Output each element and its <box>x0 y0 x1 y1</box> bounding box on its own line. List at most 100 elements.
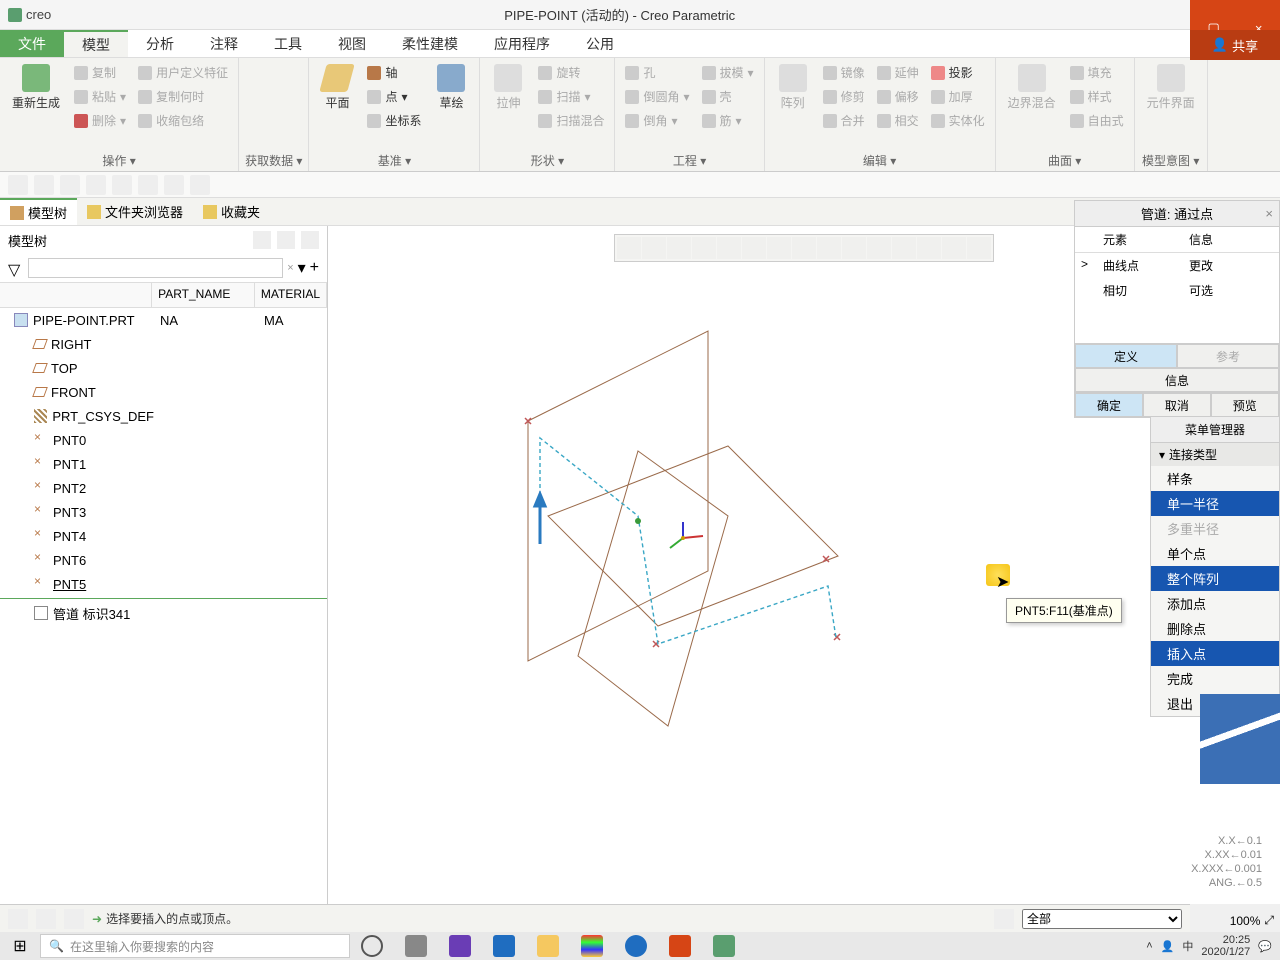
tab-file[interactable]: 文件 <box>0 30 64 57</box>
qat-windows-icon[interactable] <box>164 175 184 195</box>
task-creo[interactable] <box>702 932 746 960</box>
sb-browser-icon[interactable] <box>36 909 56 929</box>
tray-up-icon[interactable]: ˄ <box>1146 940 1152 952</box>
ppt-share-button[interactable]: 👤 共享 <box>1190 30 1280 60</box>
sb-tree-icon[interactable] <box>8 909 28 929</box>
menu-item[interactable]: 插入点 <box>1151 641 1279 666</box>
start-button[interactable]: ⊞ <box>0 932 40 960</box>
nav-tab-modeltree[interactable]: 模型树 <box>0 198 77 225</box>
tree-list[interactable]: PIPE-POINT.PRTNAMARIGHTTOPFRONTPRT_CSYS_… <box>0 308 327 904</box>
plane-button[interactable]: 平面 <box>315 62 359 113</box>
delete-button[interactable]: 删除 ▾ <box>70 110 130 131</box>
ok-button[interactable]: 确定 <box>1075 393 1143 417</box>
filter-clear-icon[interactable]: × <box>287 262 293 274</box>
tree-settings-icon[interactable] <box>253 231 271 249</box>
menu-subheader[interactable]: ▾连接类型 <box>1151 443 1279 466</box>
extend-button[interactable]: 延伸 <box>873 62 923 83</box>
qat-undo-icon[interactable] <box>86 175 106 195</box>
tree-row[interactable]: PNT2 <box>0 476 327 500</box>
tree-show-icon[interactable] <box>277 231 295 249</box>
info-button[interactable]: 信息 <box>1075 368 1279 392</box>
tree-display-icon[interactable] <box>301 231 319 249</box>
rib-button[interactable]: 筋 ▾ <box>698 110 758 131</box>
menu-item[interactable]: 完成 <box>1151 666 1279 691</box>
menu-item[interactable]: 样条 <box>1151 466 1279 491</box>
define-button[interactable]: 定义 <box>1075 344 1177 368</box>
chamfer-button[interactable]: 倒圆角 ▾ <box>621 86 693 107</box>
zoom-fit-icon[interactable]: ⤢ <box>1264 913 1274 928</box>
qat-close-icon[interactable] <box>190 175 210 195</box>
thicken-button[interactable]: 加厚 <box>927 86 989 107</box>
mirror-button[interactable]: 镜像 <box>819 62 869 83</box>
tree-row[interactable]: PRT_CSYS_DEF <box>0 404 327 428</box>
nav-tab-folder[interactable]: 文件夹浏览器 <box>77 198 193 225</box>
task-powerpoint[interactable] <box>658 932 702 960</box>
blend-button[interactable]: 扫描混合 <box>534 110 608 131</box>
taskbar-search[interactable]: 🔍 在这里输入你要搜索的内容 <box>40 934 350 958</box>
sketch-button[interactable]: 草绘 <box>429 62 473 113</box>
solidify-button[interactable]: 实体化 <box>927 110 989 131</box>
tree-row[interactable]: 管道 标识341 <box>0 601 327 625</box>
menu-item[interactable]: 单个点 <box>1151 541 1279 566</box>
tab-model[interactable]: 模型 <box>64 30 128 57</box>
tray-clock[interactable]: 20:25 2020/1/27 <box>1201 934 1250 958</box>
pipe-dialog[interactable]: 管道: 通过点 × 元素 信息 >曲线点更改相切可选 定义 参考 信息 确定 取… <box>1074 200 1280 418</box>
dialog-close-icon[interactable]: × <box>1265 206 1273 221</box>
tree-row[interactable]: TOP <box>0 356 327 380</box>
tree-row[interactable]: PNT6 <box>0 548 327 572</box>
filter-add-icon[interactable]: + <box>310 259 319 277</box>
intersect-button[interactable]: 相交 <box>873 110 923 131</box>
sweep-button[interactable]: 扫描 ▾ <box>534 86 608 107</box>
qat-open-icon[interactable] <box>34 175 54 195</box>
csys-button[interactable]: 坐标系 <box>363 110 425 131</box>
axis-button[interactable]: 轴 <box>363 62 425 83</box>
tree-row[interactable]: PNT0 <box>0 428 327 452</box>
tree-row[interactable]: PNT5 <box>0 572 327 596</box>
task-store[interactable] <box>570 932 614 960</box>
merge-button[interactable]: 合并 <box>819 110 869 131</box>
copy-many-button[interactable]: 复制何时 <box>134 86 232 107</box>
menu-item[interactable]: 单一半径 <box>1151 491 1279 516</box>
menu-manager[interactable]: 菜单管理器 ▾连接类型 样条单一半径多重半径单个点整个阵列添加点删除点插入点完成… <box>1150 416 1280 717</box>
tab-tools[interactable]: 工具 <box>256 30 320 57</box>
sb-panel-icon[interactable] <box>64 909 84 929</box>
style-button[interactable]: 样式 <box>1066 86 1128 107</box>
menu-item[interactable]: 删除点 <box>1151 616 1279 641</box>
qat-regen-icon[interactable] <box>138 175 158 195</box>
filter-dropdown-icon[interactable]: ▾ <box>298 258 306 278</box>
pipe-element-row[interactable]: 相切可选 <box>1075 278 1279 303</box>
boundary-button[interactable]: 边界混合 <box>1002 62 1062 113</box>
fill-button[interactable]: 填充 <box>1066 62 1128 83</box>
tray-people-icon[interactable]: 👤 <box>1161 940 1175 953</box>
revolve-button[interactable]: 旋转 <box>534 62 608 83</box>
shrinkwrap-button[interactable]: 收缩包络 <box>134 110 232 131</box>
task-taskview[interactable] <box>394 932 438 960</box>
udf-button[interactable]: 用户定义特征 <box>134 62 232 83</box>
project-button[interactable]: 投影 <box>927 62 989 83</box>
menu-item[interactable]: 添加点 <box>1151 591 1279 616</box>
extrude-button[interactable]: 拉伸 <box>486 62 530 113</box>
task-edge[interactable] <box>614 932 658 960</box>
pipe-element-row[interactable]: >曲线点更改 <box>1075 253 1279 278</box>
tab-common[interactable]: 公用 <box>568 30 632 57</box>
task-outlook[interactable] <box>482 932 526 960</box>
selection-filter[interactable]: 全部 <box>1022 909 1182 929</box>
qat-save-icon[interactable] <box>60 175 80 195</box>
tab-annotate[interactable]: 注释 <box>192 30 256 57</box>
tree-row[interactable]: RIGHT <box>0 332 327 356</box>
hole-button[interactable]: 孔 <box>621 62 693 83</box>
tray-notif-icon[interactable]: 💬 <box>1258 940 1272 953</box>
tree-row[interactable]: PIPE-POINT.PRTNAMA <box>0 308 327 332</box>
compintf-button[interactable]: 元件界面 <box>1141 62 1201 113</box>
cancel-button[interactable]: 取消 <box>1143 393 1211 417</box>
pattern-button[interactable]: 阵列 <box>771 62 815 113</box>
task-cortana[interactable] <box>350 932 394 960</box>
shell-button[interactable]: 壳 <box>698 86 758 107</box>
draft-button[interactable]: 拔模 ▾ <box>698 62 758 83</box>
freestyle-button[interactable]: 自由式 <box>1066 110 1128 131</box>
qat-redo-icon[interactable] <box>112 175 132 195</box>
tab-apps[interactable]: 应用程序 <box>476 30 568 57</box>
regenerate-button[interactable]: 重新生成 <box>6 62 66 113</box>
preview-button[interactable]: 预览 <box>1211 393 1279 417</box>
nav-tab-fav[interactable]: 收藏夹 <box>193 198 270 225</box>
